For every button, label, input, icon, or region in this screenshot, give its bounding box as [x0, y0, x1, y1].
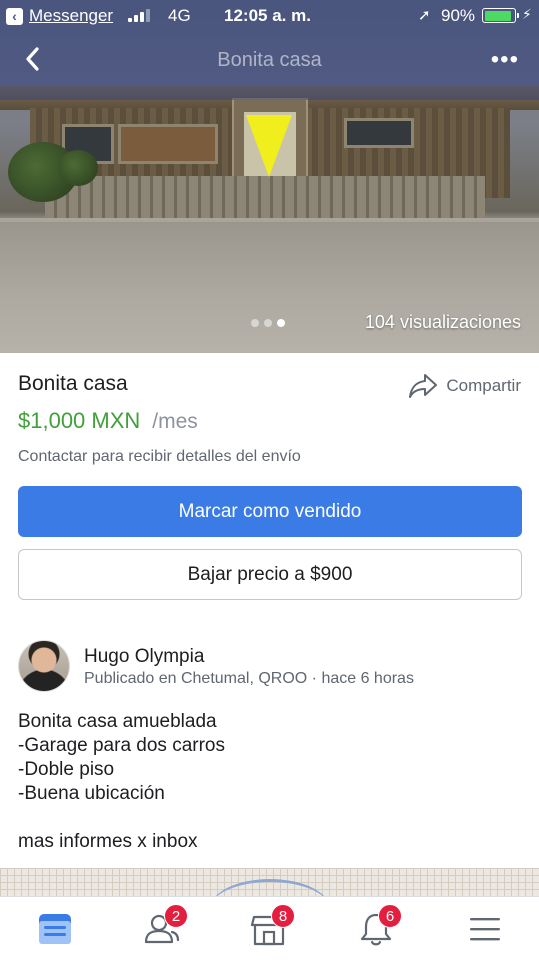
seller-meta: Publicado en Chetumal, QROO · hace 6 hor…	[84, 670, 414, 687]
share-arrow-icon	[409, 374, 438, 398]
photo-fence	[45, 176, 485, 220]
pager-dot	[264, 319, 272, 327]
tab-menu[interactable]	[465, 909, 505, 949]
tab-friend-requests[interactable]: 2	[142, 904, 188, 949]
photo-pager-dots[interactable]	[251, 319, 285, 327]
price-period: /mes	[152, 410, 198, 433]
network-type: 4G	[168, 6, 191, 25]
status-bar: ‹ Messenger 4G 12:05 a. m. ➚ 90% ⚡︎	[0, 0, 539, 30]
share-button[interactable]: Compartir	[408, 372, 521, 400]
photo-bush	[58, 150, 98, 186]
back-to-app-label: Messenger	[29, 6, 114, 25]
location-map-preview[interactable]	[0, 868, 539, 898]
listing-description: Bonita casa amueblada -Garage para dos c…	[18, 711, 225, 852]
lower-price-button[interactable]: Bajar precio a $900	[18, 549, 522, 600]
back-to-app[interactable]: ‹ Messenger	[6, 6, 113, 26]
photo-window	[344, 118, 414, 148]
more-options-icon[interactable]: •••	[491, 46, 519, 74]
pager-dot-active	[277, 319, 285, 327]
price: $1,000 MXN	[18, 408, 141, 433]
notifications-badge: 6	[378, 904, 402, 928]
tab-notifications[interactable]: 6	[356, 904, 402, 949]
friend-requests-badge: 2	[164, 904, 188, 928]
share-label: Compartir	[446, 376, 521, 395]
listing-title: Bonita casa	[18, 372, 128, 395]
avatar[interactable]	[18, 640, 70, 692]
nav-title: Bonita casa	[217, 49, 322, 71]
battery-fill	[484, 10, 511, 21]
shipping-note: Contactar para recibir detalles del enví…	[18, 448, 301, 465]
back-to-app-icon: ‹	[6, 7, 23, 25]
marketplace-badge: 8	[271, 904, 295, 928]
view-count: 104 visualizaciones	[364, 312, 521, 332]
tab-feed[interactable]	[35, 909, 75, 949]
battery-percent: 90%	[441, 6, 476, 25]
cell-signal-icon	[128, 9, 150, 22]
tab-marketplace[interactable]: 8	[249, 904, 295, 949]
location-arrow-icon: ➚	[418, 7, 431, 24]
tab-bar: 2 8 6	[0, 896, 539, 960]
seller-card[interactable]: Hugo Olympia Publicado en Chetumal, QROO…	[18, 640, 522, 692]
news-feed-icon	[39, 914, 71, 944]
photo-ground	[0, 222, 539, 353]
clock: 12:05 a. m.	[224, 6, 311, 25]
photo-garage-door	[118, 124, 218, 164]
charging-bolt-icon: ⚡︎	[522, 6, 532, 22]
price-row: $1,000 MXN /mes	[18, 408, 198, 434]
seller-name[interactable]: Hugo Olympia	[84, 646, 204, 668]
battery-icon	[482, 8, 519, 23]
nav-bar: Bonita casa •••	[0, 38, 539, 82]
pager-dot	[251, 319, 259, 327]
hamburger-menu-icon	[470, 918, 500, 941]
mark-as-sold-button[interactable]: Marcar como vendido	[18, 486, 522, 537]
yellow-marker-icon	[246, 115, 292, 177]
